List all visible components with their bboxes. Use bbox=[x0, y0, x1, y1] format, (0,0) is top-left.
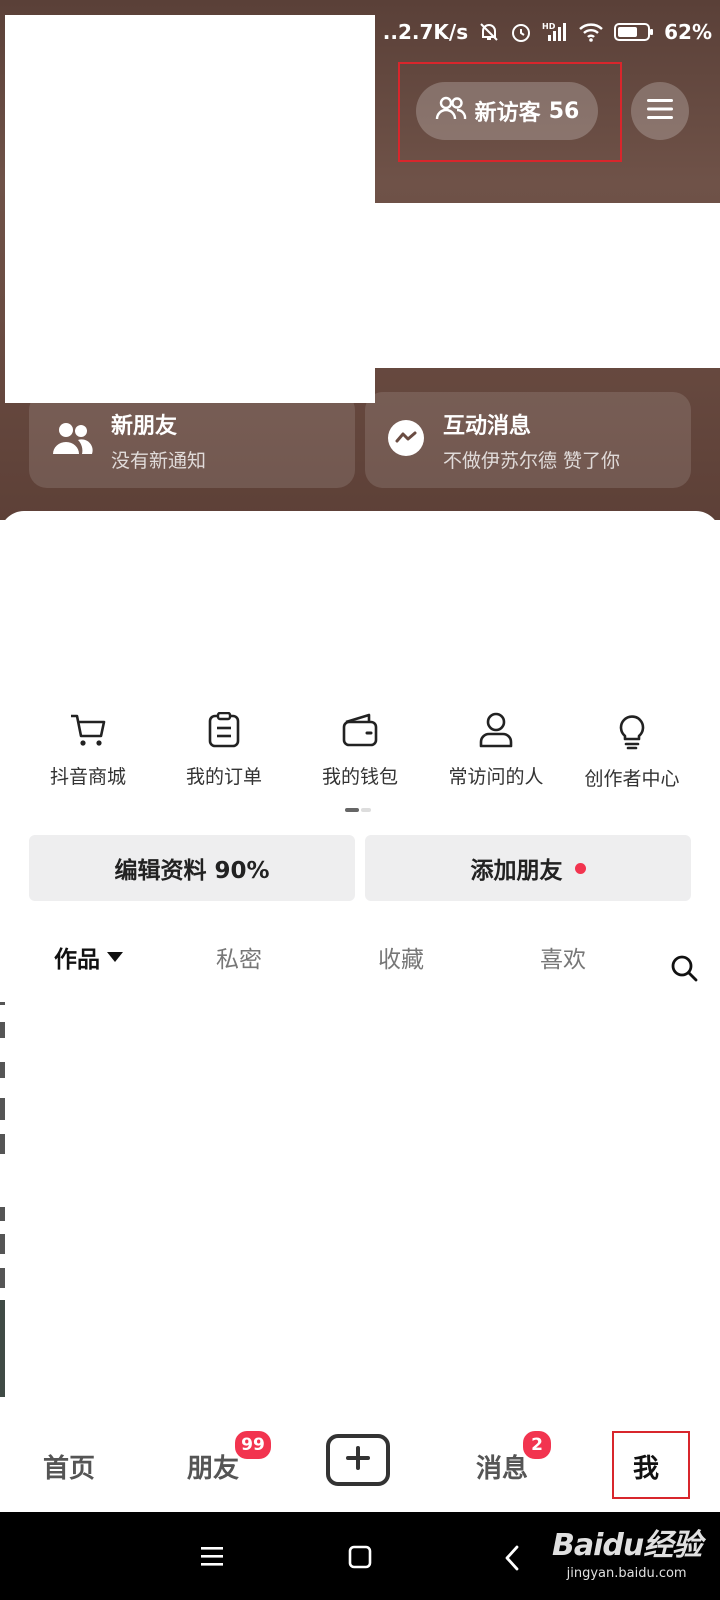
people-icon bbox=[51, 420, 93, 460]
person-icon bbox=[478, 712, 514, 752]
shortcut-row: 抖音商城 我的订单 我的钱包 常访问的人 创作者中心 bbox=[24, 711, 696, 792]
search-icon[interactable] bbox=[670, 954, 698, 986]
highlight-frame-visitors bbox=[398, 62, 622, 162]
tab-works[interactable]: 作品 bbox=[54, 940, 124, 974]
shortcut-wallet[interactable]: 我的钱包 bbox=[296, 712, 424, 792]
plus-icon bbox=[345, 1445, 371, 1475]
shortcut-page-indicator bbox=[345, 808, 375, 812]
baidu-watermark: Baidu经验 jingyan.baidu.com bbox=[552, 1520, 702, 1581]
clipboard-icon bbox=[206, 711, 242, 752]
watermark-url: jingyan.baidu.com bbox=[566, 1566, 687, 1581]
add-friend-button[interactable]: 添加朋友 bbox=[365, 835, 691, 901]
notification-dot bbox=[574, 862, 586, 874]
battery-level: 62% bbox=[664, 20, 712, 44]
header-cover-blank bbox=[375, 203, 720, 368]
shortcut-creator-center[interactable]: 创作者中心 bbox=[568, 712, 696, 792]
shortcut-mall[interactable]: 抖音商城 bbox=[24, 712, 152, 792]
shortcut-frequent-people[interactable]: 常访问的人 bbox=[432, 712, 560, 792]
battery-icon bbox=[614, 22, 654, 42]
profile-content-sheet bbox=[0, 511, 720, 1511]
underlying-page-edge bbox=[0, 1002, 5, 1397]
chat-bubble-icon bbox=[387, 419, 425, 461]
messages-badge: 2 bbox=[521, 1429, 553, 1461]
create-button[interactable] bbox=[326, 1434, 390, 1486]
alarm-icon bbox=[510, 21, 532, 43]
card-subtitle: 没有新通知 bbox=[111, 449, 207, 472]
wallet-icon bbox=[341, 712, 379, 752]
home-square-icon[interactable] bbox=[348, 1545, 372, 1573]
wifi-icon bbox=[578, 21, 604, 43]
highlight-frame-me bbox=[612, 1431, 690, 1499]
friends-badge: 99 bbox=[233, 1429, 273, 1461]
tab-likes[interactable]: 喜欢 bbox=[540, 940, 586, 974]
network-speed: ..2.7K/s bbox=[382, 20, 469, 44]
lightbulb-icon bbox=[616, 712, 648, 754]
shortcut-label: 创作者中心 bbox=[584, 768, 680, 790]
nav-friends[interactable]: 朋友 bbox=[187, 1448, 239, 1485]
nav-messages[interactable]: 消息 bbox=[476, 1448, 528, 1485]
card-subtitle: 不做伊苏尔德 赞了你 bbox=[443, 449, 621, 472]
hamburger-icon bbox=[646, 97, 674, 125]
tab-favorites[interactable]: 收藏 bbox=[378, 940, 424, 974]
signal-icon: HD bbox=[542, 21, 568, 43]
add-friend-label: 添加朋友 bbox=[470, 858, 563, 884]
menu-button[interactable] bbox=[631, 82, 689, 140]
shortcut-label: 我的订单 bbox=[185, 766, 262, 788]
shortcut-label: 常访问的人 bbox=[448, 766, 544, 788]
new-friends-card[interactable]: 新朋友 没有新通知 bbox=[29, 392, 355, 488]
redacted-profile-area bbox=[5, 15, 375, 403]
tab-label: 作品 bbox=[54, 947, 100, 973]
shortcut-label: 抖音商城 bbox=[49, 766, 126, 788]
bell-muted-icon bbox=[478, 21, 500, 43]
nav-home[interactable]: 首页 bbox=[43, 1448, 95, 1485]
caret-down-icon bbox=[106, 944, 124, 970]
profile-tabs: 作品 私密 收藏 喜欢 bbox=[0, 940, 720, 996]
status-bar: ..2.7K/s HD 62% bbox=[383, 14, 712, 50]
tab-private[interactable]: 私密 bbox=[216, 940, 262, 974]
back-chevron-icon[interactable] bbox=[503, 1545, 521, 1575]
cart-icon bbox=[69, 712, 107, 752]
shortcut-label: 我的钱包 bbox=[321, 766, 398, 788]
interaction-messages-card[interactable]: 互动消息 不做伊苏尔德 赞了你 bbox=[365, 392, 691, 488]
recent-apps-icon[interactable] bbox=[200, 1545, 224, 1571]
shortcut-orders[interactable]: 我的订单 bbox=[160, 711, 288, 792]
watermark-main: Baidu经验 bbox=[552, 1528, 702, 1563]
edit-profile-button[interactable]: 编辑资料 90% bbox=[29, 835, 355, 901]
card-title: 互动消息 bbox=[443, 413, 532, 439]
card-title: 新朋友 bbox=[111, 413, 178, 439]
network-tag: HD bbox=[542, 22, 556, 31]
